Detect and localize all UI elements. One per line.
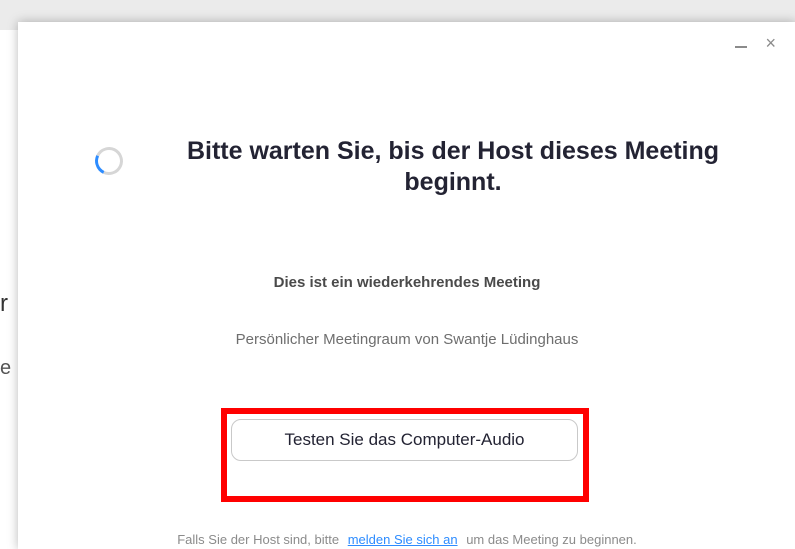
host-sign-in-footer: Falls Sie der Host sind, bitte melden Si… — [18, 532, 795, 547]
background-text-fragment: r — [0, 290, 8, 317]
personal-meeting-room-text: Persönlicher Meetingraum von Swantje Lüd… — [235, 331, 579, 348]
test-computer-audio-button[interactable]: Testen Sie das Computer-Audio — [231, 419, 578, 461]
loading-spinner-icon — [91, 143, 127, 179]
waiting-for-host-dialog: × Bitte warten Sie, bis der Host dieses … — [18, 22, 795, 549]
page-title: Bitte warten Sie, bis der Host dieses Me… — [186, 137, 720, 196]
footer-text-before-link: Falls Sie der Host sind, bitte — [177, 532, 340, 547]
background-text-fragment-secondary: e — [0, 357, 12, 379]
close-button[interactable]: × — [765, 34, 776, 52]
waiting-message-row: Bitte warten Sie, bis der Host dieses Me… — [91, 136, 755, 206]
close-icon: × — [765, 33, 776, 53]
minimize-icon — [735, 46, 748, 48]
footer-text-after-link: um das Meeting zu beginnen. — [466, 532, 637, 547]
minimize-button[interactable] — [735, 38, 748, 48]
recurring-meeting-text: Dies ist ein wiederkehrendes Meeting — [273, 274, 541, 291]
window-controls: × — [735, 34, 776, 52]
sign-in-link[interactable]: melden Sie sich an — [348, 532, 458, 547]
screen: r e × Bitte warten Sie, bis der Host die… — [0, 0, 795, 549]
